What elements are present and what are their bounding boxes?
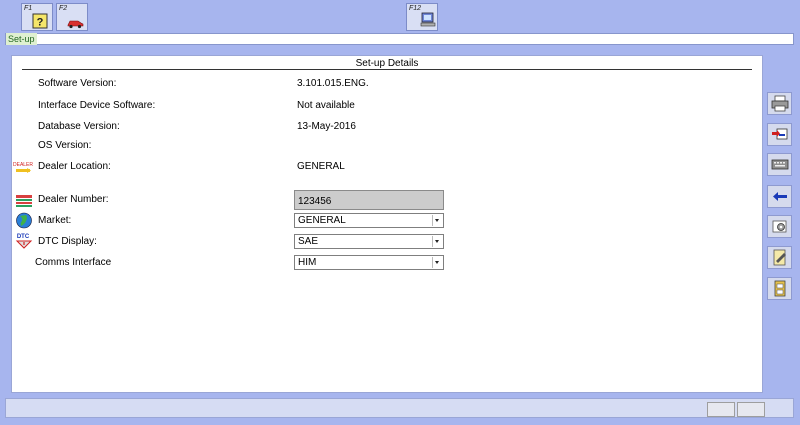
dealer-number-label: Dealer Number: <box>38 194 109 205</box>
transfer-data-icon <box>772 128 788 140</box>
f1-key-label: F1 <box>24 5 33 12</box>
document-file-icon <box>774 280 786 297</box>
settings-tools-icon <box>772 220 787 233</box>
dtc-display-label: DTC Display: <box>38 236 97 247</box>
bottom-status-bar <box>5 398 794 418</box>
dtc-display-select[interactable]: SAE <box>294 234 444 249</box>
interface-device-software-value: Not available <box>297 100 355 111</box>
status-cell-1 <box>707 402 735 417</box>
database-version-value: 13-May-2016 <box>297 121 356 132</box>
print-button[interactable] <box>767 92 792 115</box>
dtc-display-icon: DTC <box>15 234 33 249</box>
market-label: Market: <box>38 215 72 226</box>
comms-interface-label: Comms Interface <box>35 257 112 268</box>
dealer-location-icon: DEALER <box>13 162 33 173</box>
software-version-value: 3.101.015.ENG. <box>297 78 369 89</box>
svg-text:DEALER: DEALER <box>13 162 33 168</box>
comms-interface-select[interactable]: HIM <box>294 255 444 270</box>
setup-details-panel: Set-up Details Software Version: 3.101.0… <box>11 55 763 393</box>
svg-text:DTC: DTC <box>17 234 30 240</box>
top-toolbar: F1 ? F2 F12 <box>0 0 800 33</box>
comms-interface-selected-value: HIM <box>298 257 317 268</box>
database-version-label: Database Version: <box>38 121 120 132</box>
dealer-location-label: Dealer Location: <box>38 161 111 172</box>
back-button[interactable] <box>767 185 792 208</box>
market-select[interactable]: GENERAL <box>294 213 444 228</box>
chevron-down-icon[interactable] <box>432 215 442 226</box>
settings-tools-button[interactable] <box>767 215 792 238</box>
status-line: Set-up <box>5 33 794 45</box>
interface-device-software-label: Interface Device Software: <box>38 100 156 111</box>
dealer-location-value: GENERAL <box>297 161 345 172</box>
f2-key-label: F2 <box>59 5 68 12</box>
software-version-label: Software Version: <box>38 78 117 89</box>
setup-computer-icon <box>420 12 436 27</box>
printer-icon <box>771 95 789 112</box>
f12-setup-button[interactable]: F12 <box>406 3 438 31</box>
status-cell-2 <box>737 402 765 417</box>
edit-notes-button[interactable] <box>767 246 792 269</box>
status-text: Set-up <box>6 33 37 45</box>
globe-icon <box>16 212 32 229</box>
keyboard-icon <box>771 159 789 170</box>
market-selected-value: GENERAL <box>298 215 346 226</box>
edit-notes-icon <box>773 249 786 266</box>
keyboard-button[interactable] <box>767 153 792 176</box>
dealer-number-icon <box>16 195 32 207</box>
f2-vehicle-button[interactable]: F2 <box>56 3 88 31</box>
transfer-button[interactable] <box>767 123 792 146</box>
car-icon <box>67 20 84 29</box>
panel-title: Set-up Details <box>22 58 752 70</box>
dealer-number-field[interactable]: 123456 <box>294 190 444 210</box>
f1-help-button[interactable]: F1 ? <box>21 3 53 31</box>
svg-text:?: ? <box>37 17 44 29</box>
back-arrow-icon <box>773 192 787 201</box>
f12-key-label: F12 <box>409 5 422 12</box>
help-question-icon: ? <box>32 13 48 29</box>
dtc-display-selected-value: SAE <box>298 236 319 247</box>
chevron-down-icon[interactable] <box>432 257 442 268</box>
os-version-label: OS Version: <box>38 140 92 151</box>
document-button[interactable] <box>767 277 792 300</box>
chevron-down-icon[interactable] <box>432 236 442 247</box>
